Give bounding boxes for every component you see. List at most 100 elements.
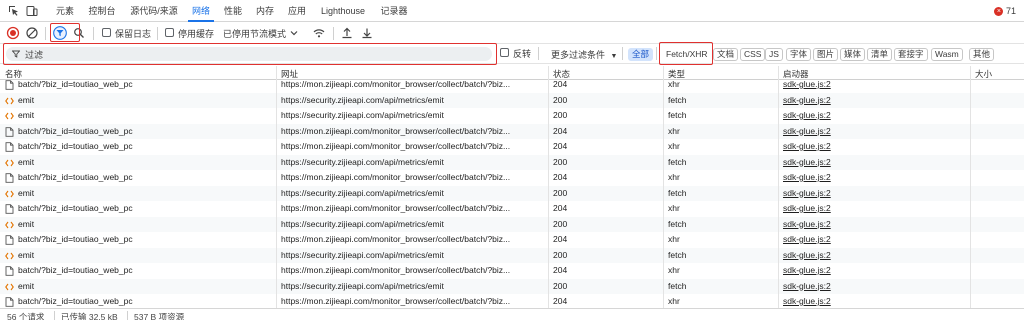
table-row[interactable]: batch/?biz_id=toutiao_web_pc https://mon.… <box>0 232 1024 248</box>
chip-all[interactable]: 全部 <box>628 48 654 61</box>
request-initiator-link[interactable]: sdk-glue.js:2 <box>783 296 933 306</box>
column-divider[interactable] <box>970 66 971 308</box>
tab-network[interactable]: 网络 <box>188 0 214 22</box>
request-initiator-link[interactable]: sdk-glue.js:2 <box>783 157 933 167</box>
import-har-icon[interactable] <box>340 26 354 40</box>
table-row[interactable]: emit https://security.zijieapi.com/api/me… <box>0 108 1024 124</box>
table-row[interactable]: batch/?biz_id=toutiao_web_pc https://mon.… <box>0 77 1024 93</box>
invert-checkbox[interactable] <box>500 48 509 57</box>
request-type: fetch <box>668 187 687 198</box>
status-divider <box>127 311 128 320</box>
request-initiator-link[interactable]: sdk-glue.js:2 <box>783 141 933 151</box>
table-row[interactable]: batch/?biz_id=toutiao_web_pc https://mon.… <box>0 263 1024 279</box>
more-filters-dropdown[interactable]: 更多过滤条件 ▼ <box>551 48 617 61</box>
inspect-element-icon[interactable] <box>8 5 20 17</box>
preserve-log-label: 保留日志 <box>115 29 152 39</box>
request-name[interactable]: emit <box>18 157 273 167</box>
column-divider[interactable] <box>548 66 549 308</box>
tab-console[interactable]: 控制台 <box>86 0 118 22</box>
chip-manifest[interactable]: 清单 <box>867 48 893 61</box>
table-row[interactable]: emit https://security.zijieapi.com/api/me… <box>0 154 1024 170</box>
throttling-select[interactable]: 已停用节流模式 <box>223 27 286 40</box>
request-initiator-link[interactable]: sdk-glue.js:2 <box>783 79 933 89</box>
request-initiator-link[interactable]: sdk-glue.js:2 <box>783 110 933 120</box>
request-name[interactable]: batch/?biz_id=toutiao_web_pc <box>18 141 273 151</box>
chevron-down-icon[interactable] <box>289 28 299 38</box>
request-initiator-link[interactable]: sdk-glue.js:2 <box>783 203 933 213</box>
preserve-log-checkbox[interactable] <box>102 28 111 37</box>
column-divider[interactable] <box>663 66 664 308</box>
request-name[interactable]: batch/?biz_id=toutiao_web_pc <box>18 234 273 244</box>
tab-sources[interactable]: 源代码/来源 <box>126 0 182 22</box>
table-row[interactable]: batch/?biz_id=toutiao_web_pc https://mon.… <box>0 139 1024 155</box>
resources-size: 537 B 项资源 <box>134 312 185 320</box>
tab-elements[interactable]: 元素 <box>52 0 78 22</box>
chip-font[interactable]: 字体 <box>786 48 812 61</box>
disable-cache-checkbox[interactable] <box>165 28 174 37</box>
chip-fetch-xhr[interactable]: Fetch/XHR <box>662 48 712 61</box>
chip-socket[interactable]: 套接字 <box>894 48 928 61</box>
table-row[interactable]: batch/?biz_id=toutiao_web_pc https://mon.… <box>0 123 1024 139</box>
request-initiator-link[interactable]: sdk-glue.js:2 <box>783 126 933 136</box>
request-url: https://mon.zijieapi.com/monitor_browser… <box>281 172 511 182</box>
chip-css[interactable]: CSS <box>740 48 766 61</box>
request-type: fetch <box>668 280 687 291</box>
request-initiator-link[interactable]: sdk-glue.js:2 <box>783 172 933 182</box>
search-icon[interactable] <box>72 26 86 40</box>
table-row[interactable]: batch/?biz_id=toutiao_web_pc https://mon.… <box>0 294 1024 308</box>
request-initiator-link[interactable]: sdk-glue.js:2 <box>783 219 933 229</box>
issues-counter[interactable]: × 71 <box>994 5 1016 17</box>
device-toolbar-icon[interactable] <box>26 5 38 17</box>
request-name[interactable]: batch/?biz_id=toutiao_web_pc <box>18 296 273 306</box>
disable-cache-label: 停用缓存 <box>178 29 215 39</box>
chip-other[interactable]: 其他 <box>969 48 995 61</box>
table-row[interactable]: emit https://security.zijieapi.com/api/me… <box>0 185 1024 201</box>
request-name[interactable]: emit <box>18 250 273 260</box>
tab-recorder[interactable]: 记录器 <box>376 0 412 22</box>
request-name[interactable]: emit <box>18 219 273 229</box>
request-initiator-link[interactable]: sdk-glue.js:2 <box>783 265 933 275</box>
chip-doc[interactable]: 文档 <box>713 48 739 61</box>
chip-img[interactable]: 图片 <box>813 48 839 61</box>
table-row[interactable]: batch/?biz_id=toutiao_web_pc https://mon.… <box>0 201 1024 217</box>
table-row[interactable]: emit https://security.zijieapi.com/api/me… <box>0 92 1024 108</box>
network-conditions-icon[interactable] <box>312 26 326 40</box>
request-name[interactable]: emit <box>18 95 273 105</box>
request-initiator-link[interactable]: sdk-glue.js:2 <box>783 250 933 260</box>
request-url: https://mon.zijieapi.com/monitor_browser… <box>281 203 511 213</box>
request-name[interactable]: emit <box>18 188 273 198</box>
tab-application[interactable]: 应用 <box>284 0 310 22</box>
request-type: fetch <box>668 110 687 120</box>
tab-performance[interactable]: 性能 <box>220 0 246 22</box>
request-name[interactable]: batch/?biz_id=toutiao_web_pc <box>18 79 273 89</box>
request-initiator-link[interactable]: sdk-glue.js:2 <box>783 188 933 198</box>
clear-icon[interactable] <box>25 26 39 40</box>
column-divider[interactable] <box>778 66 779 308</box>
request-initiator-link[interactable]: sdk-glue.js:2 <box>783 95 933 105</box>
filter-input[interactable]: 过滤 <box>6 47 492 61</box>
table-row[interactable]: emit https://security.zijieapi.com/api/me… <box>0 247 1024 263</box>
table-row[interactable]: emit https://security.zijieapi.com/api/me… <box>0 278 1024 294</box>
request-name[interactable]: batch/?biz_id=toutiao_web_pc <box>18 126 273 136</box>
chip-js[interactable]: JS <box>765 48 783 61</box>
request-name[interactable]: batch/?biz_id=toutiao_web_pc <box>18 203 273 213</box>
request-name[interactable]: batch/?biz_id=toutiao_web_pc <box>18 172 273 182</box>
record-stop-icon[interactable] <box>6 26 20 40</box>
export-har-icon[interactable] <box>360 26 374 40</box>
document-request-icon <box>5 142 14 152</box>
table-row[interactable]: emit https://security.zijieapi.com/api/me… <box>0 216 1024 232</box>
request-initiator-link[interactable]: sdk-glue.js:2 <box>783 281 933 291</box>
table-row[interactable]: batch/?biz_id=toutiao_web_pc https://mon.… <box>0 170 1024 186</box>
request-initiator-link[interactable]: sdk-glue.js:2 <box>783 234 933 244</box>
tab-lighthouse[interactable]: Lighthouse <box>318 0 368 22</box>
request-name[interactable]: emit <box>18 281 273 291</box>
chip-media[interactable]: 媒体 <box>840 48 866 61</box>
column-divider[interactable] <box>276 66 277 308</box>
filter-toggle-icon[interactable] <box>53 26 67 40</box>
request-status: 204 <box>553 265 568 275</box>
document-request-icon <box>5 266 14 276</box>
request-name[interactable]: emit <box>18 110 273 120</box>
request-name[interactable]: batch/?biz_id=toutiao_web_pc <box>18 265 273 275</box>
chip-wasm[interactable]: Wasm <box>931 48 963 61</box>
tab-memory[interactable]: 内存 <box>252 0 278 22</box>
